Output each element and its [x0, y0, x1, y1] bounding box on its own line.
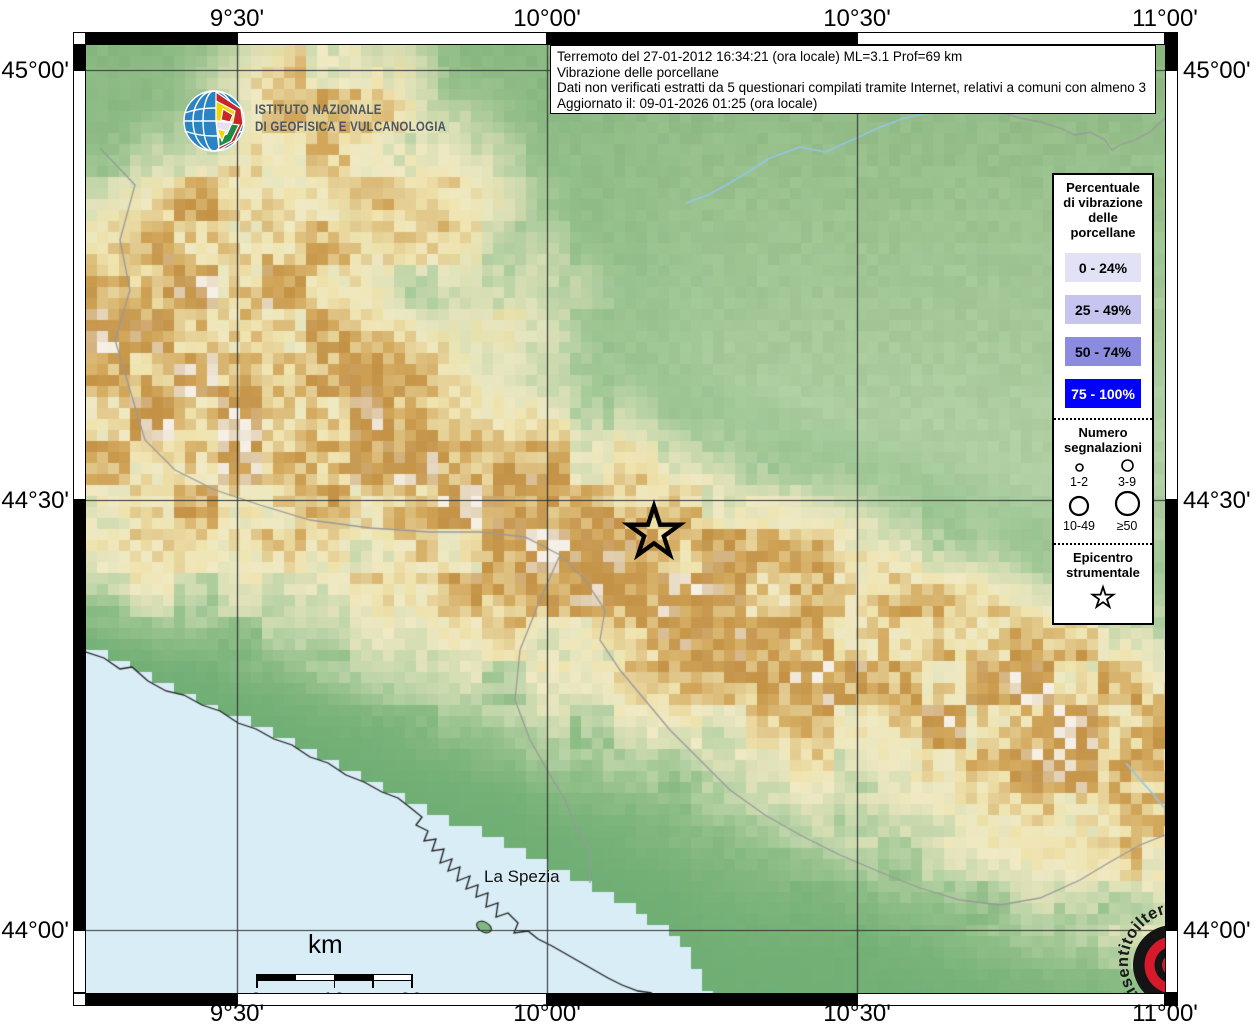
frame-corner-tr: [1165, 32, 1178, 45]
legend-title-line: Percentuale: [1066, 180, 1140, 195]
city-label-la-spezia: La Spezia: [484, 867, 560, 886]
event-headline: Terremoto del 27-01-2012 16:34:21 (ora l…: [557, 49, 963, 64]
frame-top-seg: [857, 32, 1165, 45]
event-info-box: Terremoto del 27-01-2012 16:34:21 (ora l…: [550, 45, 1156, 115]
legend-title-line: di vibrazione: [1063, 195, 1143, 210]
axis-bottom-3: 11°00': [1132, 1000, 1198, 1024]
legend-signals-title: Numero segnalazioni: [1054, 425, 1152, 455]
frame-bottom-seg: [857, 993, 1165, 1006]
legend-star-icon: [1089, 584, 1117, 610]
signal-label: 10-49: [1063, 519, 1095, 533]
axis-right-0: 45°00': [1183, 57, 1251, 84]
frame-top-seg: [237, 32, 547, 45]
scale-bar-unit: km: [308, 929, 343, 959]
haisentito-watermark-logo: ? haisentitoilterremoto.it www.: [1114, 898, 1165, 993]
axis-bottom-2: 10°30': [823, 1000, 891, 1024]
legend-box: Percentuale di vibrazione delle porcellane …: [1052, 173, 1154, 625]
ingv-line2: DI GEOFISICA E VULCANOLOGIA: [255, 118, 447, 134]
ingv-wordmark: ISTITUTO NAZIONALE DI GEOFISICA E VULCAN…: [255, 101, 446, 135]
legend-signal-1: 3-9: [1103, 457, 1151, 489]
event-data-note: Dati non verificati estratti da 5 questi…: [557, 80, 1149, 96]
ingv-logo: ISTITUTO NAZIONALE DI GEOFISICA E VULCAN…: [183, 89, 488, 153]
legend-class-1: 25 - 49%: [1065, 295, 1141, 324]
signal-circle-icon: [1114, 490, 1140, 517]
signal-circle-icon: [1074, 463, 1084, 472]
epicenter-star-icon: [621, 499, 687, 561]
legend-signal-0: 1-2: [1055, 457, 1103, 489]
legend-epicenter-title-line: strumentale: [1066, 565, 1140, 580]
axis-left-2: 44°00': [1, 917, 69, 944]
legend-title-line: delle: [1088, 210, 1118, 225]
legend-class-3: 75 - 100%: [1065, 379, 1141, 408]
frame-left-seg: [73, 70, 86, 500]
map-area: ISTITUTO NAZIONALE DI GEOFISICA E VULCAN…: [86, 45, 1165, 993]
legend-signal-symbols: 1-2 3-9 10-49 ≥50: [1055, 457, 1151, 533]
frame-left-seg: [73, 930, 86, 993]
legend-title: Percentuale di vibrazione delle porcellane: [1054, 180, 1152, 240]
frame-right-seg: [1165, 70, 1178, 500]
scale-bar-segment: [294, 974, 335, 981]
axis-right-2: 44°00': [1183, 917, 1251, 944]
legend-signal-3: ≥50: [1103, 489, 1151, 533]
signal-label: 1-2: [1069, 475, 1089, 489]
scale-bar-tick: [411, 974, 413, 988]
frame-right-seg: [1165, 930, 1178, 993]
legend-classes: 0 - 24% 25 - 49% 50 - 74% 75 - 100%: [1054, 253, 1152, 408]
frame-bottom-seg: [547, 993, 857, 1006]
legend-class-0: 0 - 24%: [1065, 253, 1141, 282]
legend-separator-2: [1054, 543, 1152, 545]
axis-top-2: 10°30': [823, 5, 891, 32]
scale-bar-segment: [372, 974, 412, 981]
axis-bottom-0: 9°30': [209, 1000, 265, 1024]
signal-circle-icon: [1120, 459, 1134, 472]
scale-bar-tick: [256, 974, 258, 988]
frame-right-seg: [1165, 500, 1178, 930]
frame-right-seg: [1165, 45, 1178, 70]
axis-bottom-1: 10°00': [513, 1000, 581, 1024]
axis-top-3: 11°00': [1132, 5, 1198, 32]
scale-bar-segment: [256, 974, 296, 981]
axis-right-1: 44°30': [1183, 487, 1251, 514]
legend-class-2: 50 - 74%: [1065, 337, 1141, 366]
scale-bar-tick: [333, 974, 335, 988]
frame-left-seg: [73, 500, 86, 930]
frame-top-seg: [86, 32, 237, 45]
signal-label: 3-9: [1117, 475, 1137, 489]
legend-title-line: porcellane: [1070, 225, 1136, 240]
frame-bottom-seg: [237, 993, 547, 1006]
frame-corner-bl: [73, 993, 86, 1006]
earthquake-map-page: ISTITUTO NAZIONALE DI GEOFISICA E VULCAN…: [0, 0, 1255, 1024]
frame-top-seg: [547, 32, 857, 45]
legend-epicenter-symbol: [1054, 584, 1152, 615]
signal-circle-icon: [1068, 495, 1090, 517]
legend-signals-title-line: segnalazioni: [1063, 440, 1143, 455]
axis-top-1: 10°00': [513, 5, 581, 32]
ingv-globe-icon: [183, 90, 245, 152]
legend-signal-2: 10-49: [1055, 489, 1103, 533]
ingv-line1: ISTITUTO NAZIONALE: [255, 101, 382, 117]
legend-epicenter-title: Epicentro strumentale: [1054, 550, 1152, 580]
event-updated: Aggiornato il: 09-01-2026 01:25 (ora loc…: [557, 95, 818, 111]
axis-left-1: 44°30': [1, 487, 69, 514]
legend-epicenter-title-line: Epicentro: [1073, 550, 1133, 565]
signal-label: ≥50: [1116, 519, 1138, 533]
legend-separator: [1054, 418, 1152, 420]
frame-left-seg: [73, 45, 86, 70]
legend-signals-title-line: Numero: [1078, 425, 1128, 440]
frame-corner-tl: [73, 32, 86, 45]
event-effect: Vibrazione delle porcellane: [557, 64, 719, 80]
axis-top-0: 9°30': [209, 5, 265, 32]
axis-left-0: 45°00': [1, 57, 69, 84]
scale-bar-segment: [333, 974, 374, 981]
scale-bar-tick: [372, 974, 374, 988]
